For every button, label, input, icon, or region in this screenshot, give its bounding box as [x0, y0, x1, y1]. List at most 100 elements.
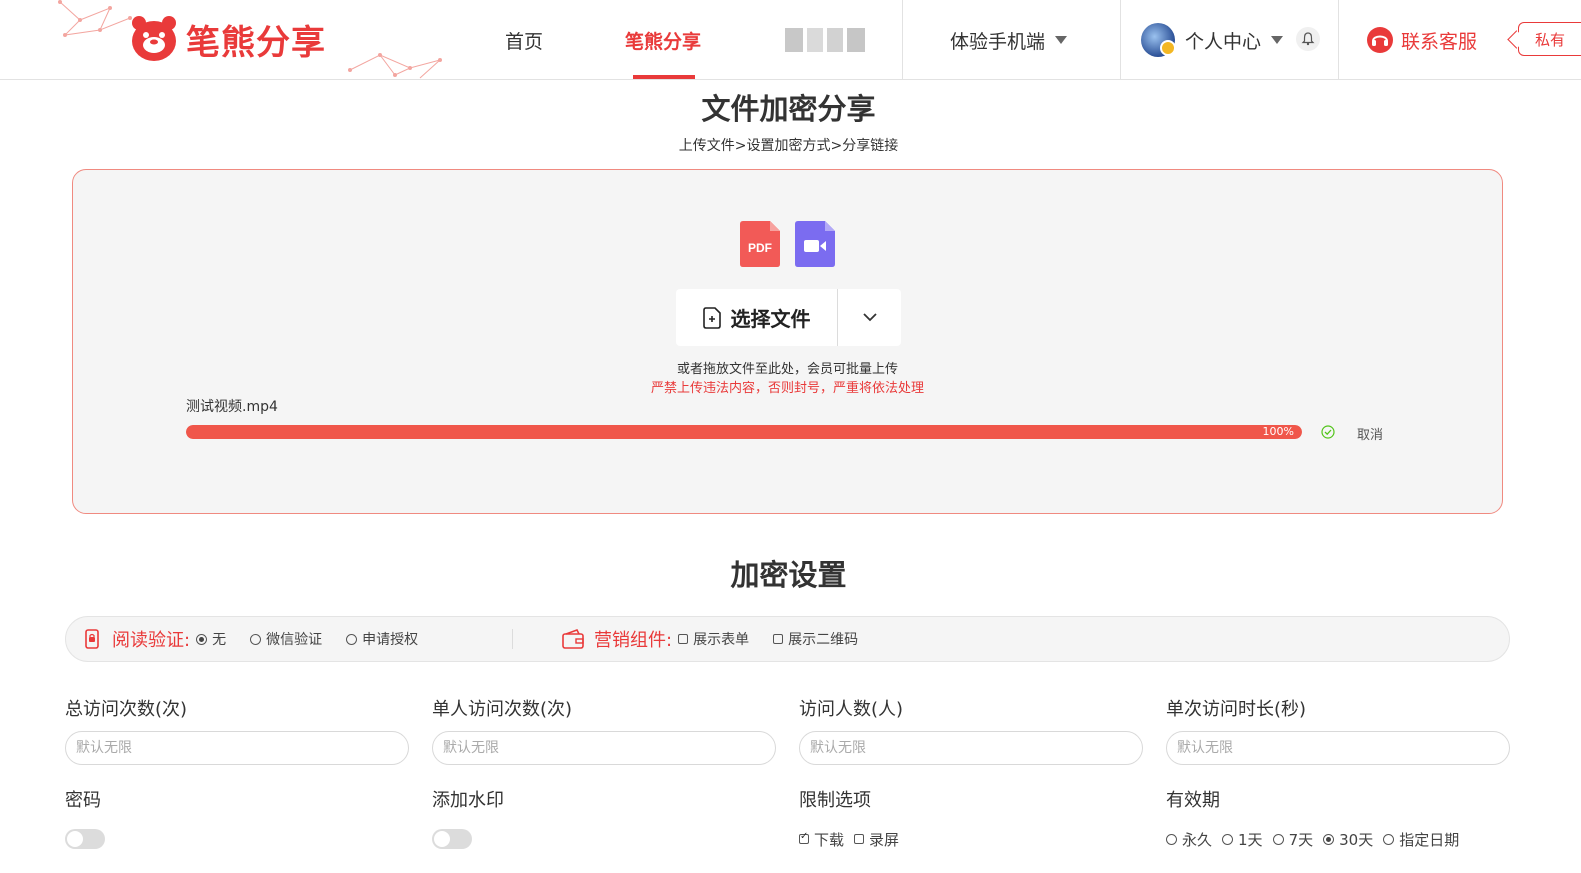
- step-breadcrumb: 上传文件>设置加密方式>分享链接: [678, 138, 899, 154]
- verification-bar: 阅读验证: 无 微信验证 申请授权 营销组件: 展示表单 展示二维码: [65, 616, 1510, 662]
- validity-option[interactable]: 永久: [1166, 829, 1212, 850]
- phone-lock-icon: [85, 629, 99, 649]
- option-label: 1天: [1238, 830, 1263, 849]
- visit-duration-label: 单次访问时长(秒): [1166, 699, 1307, 720]
- validity-option[interactable]: 指定日期: [1383, 829, 1459, 850]
- pdf-icon-text: PDF: [748, 241, 772, 255]
- choose-file-button-group: 选择文件: [676, 289, 901, 346]
- restriction-option[interactable]: 录屏: [854, 829, 899, 850]
- read-verify-option[interactable]: 无: [196, 629, 226, 649]
- restriction-option[interactable]: 下载: [799, 829, 844, 850]
- nav-blurred-item[interactable]: [785, 28, 865, 52]
- upload-warning: 严禁上传违法内容，否则封号，严重将依法处理: [650, 381, 924, 396]
- check-circle-icon: [1321, 425, 1335, 439]
- encryption-section-title: 加密设置: [730, 558, 847, 592]
- read-verify-group: 阅读验证: 无 微信验证 申请授权: [82, 617, 442, 661]
- read-verify-option[interactable]: 申请授权: [346, 629, 418, 649]
- radio-icon: [1166, 833, 1177, 845]
- bear-logo-icon: [132, 16, 176, 61]
- option-label: 7天: [1288, 830, 1314, 849]
- radio-icon: [196, 633, 208, 645]
- headset-icon: [1367, 27, 1393, 53]
- chevron-down-icon: [862, 313, 877, 322]
- checkbox-icon: [773, 634, 784, 644]
- nav-mobile[interactable]: 体验手机端: [950, 0, 1068, 80]
- choose-file-label: 选择文件: [730, 307, 811, 331]
- validity-label: 有效期: [1166, 790, 1220, 811]
- bell-icon[interactable]: [1296, 27, 1320, 51]
- option-label: 永久: [1182, 830, 1213, 849]
- read-verify-label: 阅读验证:: [112, 630, 191, 651]
- nav-service-label: 联系客服: [1401, 30, 1478, 53]
- option-label: 下载: [814, 830, 845, 849]
- top-header: 笔熊分享 首页 笔熊分享 体验手机端 个人中心 联系客服 私有: [0, 0, 1581, 80]
- caret-down-icon: [1271, 36, 1284, 44]
- bar-divider: [512, 629, 513, 649]
- option-label: 录屏: [869, 830, 900, 849]
- nav-customer-service[interactable]: 联系客服: [1365, 0, 1477, 80]
- caret-down-icon: [1055, 36, 1068, 44]
- watermark-toggle[interactable]: [432, 829, 472, 849]
- restrictions-label: 限制选项: [799, 790, 871, 811]
- total-visits-input[interactable]: [65, 731, 409, 765]
- checkbox-icon: [678, 634, 689, 644]
- validity-option[interactable]: 7天: [1272, 829, 1314, 850]
- marketing-group: 营销组件: 展示表单 展示二维码: [562, 617, 882, 661]
- radio-icon: [1323, 833, 1335, 845]
- per-person-visits-label: 单人访问次数(次): [432, 699, 573, 720]
- option-label: 展示表单: [693, 632, 750, 648]
- page-title: 文件加密分享: [701, 92, 876, 126]
- marketing-option[interactable]: 展示表单: [678, 629, 749, 649]
- password-toggle[interactable]: [65, 829, 105, 849]
- nav-active-underline: [633, 75, 695, 79]
- private-tab-label: 私有: [1535, 30, 1566, 49]
- watermark-label: 添加水印: [432, 790, 504, 811]
- visit-duration-input[interactable]: [1166, 731, 1510, 765]
- radio-icon: [1222, 833, 1234, 845]
- nav-separator: [902, 0, 903, 80]
- total-visits-label: 总访问次数(次): [65, 699, 188, 720]
- upload-progress-fill: 100%: [186, 425, 1302, 439]
- validity-option[interactable]: 1天: [1222, 829, 1263, 850]
- restriction-options: 下载 录屏: [799, 829, 909, 849]
- radio-icon: [346, 633, 358, 645]
- option-label: 无: [212, 632, 227, 648]
- progress-percent: 100%: [1262, 425, 1294, 438]
- checkbox-icon: [799, 831, 809, 844]
- radio-icon: [1272, 833, 1284, 845]
- option-label: 指定日期: [1399, 830, 1460, 849]
- nav-personal-label: 个人中心: [1185, 30, 1262, 53]
- option-label: 展示二维码: [788, 632, 859, 648]
- pdf-file-icon: PDF: [740, 221, 780, 267]
- nav-personal-center[interactable]: 个人中心: [1185, 0, 1284, 80]
- uploaded-file-name: 测试视频.mp4: [186, 399, 278, 415]
- upload-dropzone[interactable]: PDF 选择文件 或者拖放文件至此处，会员可批量上传 严禁上传违法内容，否则封号…: [72, 169, 1503, 514]
- logo[interactable]: 笔熊分享: [128, 12, 326, 66]
- vip-badge-icon: [1160, 40, 1176, 56]
- marketing-option[interactable]: 展示二维码: [773, 629, 858, 649]
- cancel-upload-link[interactable]: 取消: [1357, 424, 1383, 443]
- visitor-count-label: 访问人数(人): [799, 699, 904, 720]
- radio-icon: [1383, 833, 1395, 845]
- radio-icon: [250, 633, 262, 645]
- marketing-label: 营销组件:: [594, 630, 673, 651]
- nav-mobile-label: 体验手机端: [950, 30, 1046, 53]
- validity-options: 永久 1天 7天 30天 指定日期: [1166, 829, 1469, 849]
- nav-share[interactable]: 笔熊分享: [625, 0, 701, 80]
- read-verify-option[interactable]: 微信验证: [250, 629, 322, 649]
- nav-home[interactable]: 首页: [505, 0, 543, 80]
- file-add-icon: [702, 306, 721, 329]
- option-label: 微信验证: [266, 632, 323, 648]
- upload-options-dropdown[interactable]: [838, 289, 901, 346]
- upload-progress-bar: 100%: [186, 425, 1302, 439]
- video-file-icon: [795, 221, 835, 267]
- nav-separator: [1338, 0, 1339, 80]
- wallet-icon: [562, 629, 584, 649]
- option-label: 申请授权: [362, 632, 419, 648]
- visitor-count-input[interactable]: [799, 731, 1143, 765]
- choose-file-button[interactable]: 选择文件: [676, 289, 838, 346]
- validity-option[interactable]: 30天: [1323, 829, 1373, 850]
- private-tab[interactable]: 私有: [1518, 22, 1581, 56]
- per-person-visits-input[interactable]: [432, 731, 776, 765]
- logo-text: 笔熊分享: [186, 22, 326, 63]
